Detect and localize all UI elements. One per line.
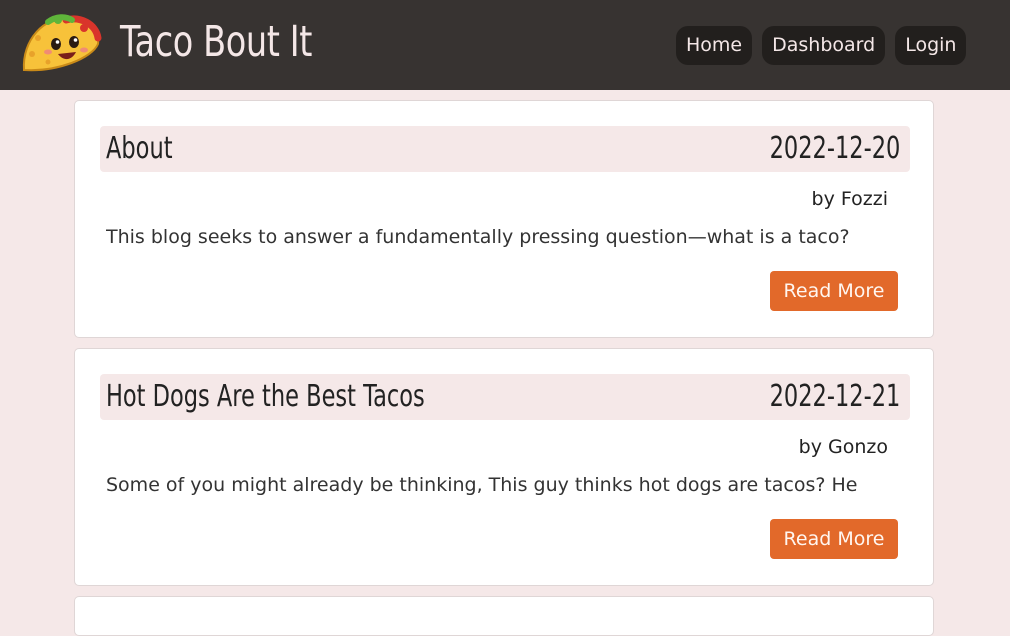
post-excerpt: This blog seeks to answer a fundamentall… (106, 226, 850, 248)
post-card: About 2022-12-20 by Fozzi This blog seek… (74, 100, 934, 338)
site-title[interactable]: Taco Bout It (120, 14, 312, 70)
main-nav: Home Dashboard Login (676, 26, 967, 65)
post-card: Hot Dogs Are the Best Tacos 2022-12-21 b… (74, 348, 934, 586)
read-more-button[interactable]: Read More (770, 519, 898, 559)
read-more-button[interactable]: Read More (770, 271, 898, 311)
post-author: by Fozzi (811, 188, 888, 210)
post-header[interactable]: Hot Dogs Are the Best Tacos 2022-12-21 (100, 374, 910, 420)
site-header: Taco Bout It Home Dashboard Login (0, 0, 1010, 90)
nav-dashboard-button[interactable]: Dashboard (762, 26, 886, 65)
taco-mascot-icon[interactable] (18, 10, 102, 80)
post-title[interactable]: About (106, 126, 173, 172)
post-author: by Gonzo (798, 436, 888, 458)
post-excerpt: Some of you might already be thinking, T… (106, 474, 858, 496)
post-title[interactable]: Hot Dogs Are the Best Tacos (106, 374, 425, 420)
post-date: 2022-12-20 (769, 131, 900, 166)
post-date: 2022-12-21 (769, 379, 900, 414)
post-card-partial (74, 596, 934, 636)
nav-home-button[interactable]: Home (676, 26, 753, 65)
post-header[interactable]: About 2022-12-20 (100, 126, 910, 172)
nav-login-button[interactable]: Login (895, 26, 967, 65)
